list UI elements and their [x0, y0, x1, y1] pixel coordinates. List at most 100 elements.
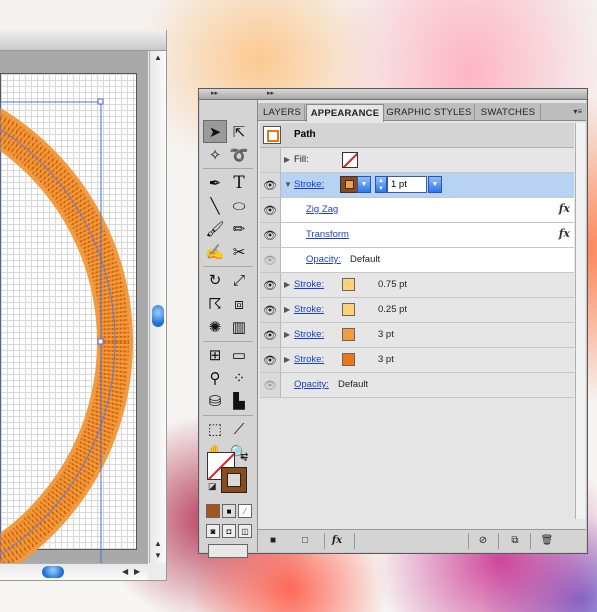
path-opacity-row[interactable]: 👁 Opacity: Default: [260, 373, 574, 398]
tab-layers[interactable]: LAYERS: [260, 104, 305, 120]
stroke-label[interactable]: Stroke:: [294, 279, 324, 290]
artboard-tool-icon[interactable]: ⬚: [203, 418, 227, 441]
canvas-area[interactable]: [0, 51, 148, 563]
panel-scrollbar[interactable]: [575, 123, 585, 519]
pen-tool-icon[interactable]: ✒: [203, 171, 227, 194]
panel-menu-icon[interactable]: ▾≡: [573, 107, 582, 116]
slice-tool-icon[interactable]: ⟋: [227, 418, 251, 441]
gradient-mode-icon[interactable]: ■: [222, 504, 236, 518]
effect-transform-link[interactable]: Transform: [306, 229, 349, 240]
add-new-effect-icon[interactable]: fx: [330, 534, 344, 546]
pencil-tool-icon[interactable]: ✏: [227, 218, 251, 241]
collapse-toolbox-icon[interactable]: ▸▸: [211, 89, 218, 97]
blob-brush-tool-icon[interactable]: ✍: [203, 241, 227, 264]
vertical-scrollbar[interactable]: ▲ ▲ ▼: [149, 51, 166, 563]
gradient-tool-icon[interactable]: ▭: [227, 344, 251, 367]
visibility-eye-icon[interactable]: 👁: [260, 248, 281, 272]
add-new-stroke-icon[interactable]: ■: [266, 534, 280, 546]
draw-normal-icon[interactable]: ◙: [206, 524, 220, 538]
none-mode-icon[interactable]: ⁄: [238, 504, 252, 518]
stroke-row[interactable]: 👁 ▶ Stroke: 0.75 pt: [260, 273, 574, 298]
expand-triangle-icon[interactable]: ▶: [284, 280, 290, 289]
stroke-label[interactable]: Stroke:: [294, 179, 324, 190]
eyedropper-tool-icon[interactable]: ⚲: [203, 367, 227, 390]
stroke-swatch[interactable]: [221, 467, 247, 493]
stroke-opacity-row[interactable]: 👁 Opacity: Default: [260, 248, 574, 273]
clear-appearance-icon[interactable]: ⊘: [476, 534, 490, 546]
stroke-color-swatch[interactable]: [340, 176, 358, 193]
ellipse-tool-icon[interactable]: ⬭: [227, 195, 251, 218]
expand-triangle-icon[interactable]: ▶: [284, 330, 290, 339]
stroke-weight-field[interactable]: 1 pt: [387, 176, 427, 193]
visibility-eye-icon[interactable]: 👁: [260, 173, 281, 197]
delete-item-icon[interactable]: 🗑: [540, 534, 554, 546]
scroll-left-icon[interactable]: ◀: [122, 567, 128, 576]
stroke-label[interactable]: Stroke:: [294, 304, 324, 315]
stroke-label[interactable]: Stroke:: [294, 329, 324, 340]
fill-row[interactable]: 👁 ▶ Fill:: [260, 148, 574, 173]
symbol-sprayer-tool-icon[interactable]: ✺: [203, 316, 227, 339]
fill-none-swatch[interactable]: [342, 152, 358, 168]
palette-titlebar[interactable]: ▸▸ ▸▸: [199, 89, 587, 100]
horizontal-scrollbar[interactable]: ◀ ▶: [0, 563, 148, 580]
stroke-color-dropdown-icon[interactable]: ▼: [357, 176, 371, 193]
duplicate-item-icon[interactable]: ⧉: [508, 534, 522, 546]
collapse-panel-icon[interactable]: ▸▸: [267, 89, 274, 97]
scroll-down-icon[interactable]: ▼: [154, 551, 162, 560]
tab-appearance[interactable]: APPEARANCE: [306, 104, 384, 122]
stroke-row[interactable]: 👁 ▶ Stroke: 3 pt: [260, 323, 574, 348]
paintbrush-tool-icon[interactable]: 🖌: [203, 218, 227, 241]
effect-row-zig-zag[interactable]: 👁 Zig Zag fx: [260, 198, 574, 223]
expand-triangle-icon[interactable]: ▶: [284, 155, 290, 164]
stroke-color-swatch[interactable]: [342, 278, 355, 291]
ring-artwork[interactable]: [0, 51, 148, 563]
tab-graphic-styles[interactable]: GRAPHIC STYLES: [384, 104, 475, 120]
document-titlebar[interactable]: [0, 30, 166, 51]
fx-icon[interactable]: fx: [559, 227, 570, 240]
draw-behind-icon[interactable]: ◘: [222, 524, 236, 538]
direct-selection-tool-icon[interactable]: ⇱: [227, 120, 251, 143]
lasso-tool-icon[interactable]: ➰: [227, 143, 251, 166]
horizontal-scroll-thumb[interactable]: [42, 566, 64, 578]
stroke-color-swatch[interactable]: [342, 353, 355, 366]
screen-mode-icon[interactable]: [208, 544, 248, 558]
color-mode-icon[interactable]: [206, 504, 220, 518]
effect-zig-zag-link[interactable]: Zig Zag: [306, 204, 338, 215]
warp-tool-icon[interactable]: ☈: [203, 292, 227, 315]
expand-triangle-icon[interactable]: ▶: [284, 355, 290, 364]
add-new-fill-icon[interactable]: □: [298, 534, 312, 546]
scale-tool-icon[interactable]: ⤢: [227, 269, 251, 292]
scissors-tool-icon[interactable]: ✂: [227, 241, 251, 264]
stroke-row[interactable]: 👁 ▶ Stroke: 3 pt: [260, 348, 574, 373]
effect-row-transform[interactable]: 👁 Transform fx: [260, 223, 574, 248]
stroke-color-swatch[interactable]: [342, 303, 355, 316]
opacity-link[interactable]: Opacity:: [306, 254, 341, 265]
visibility-eye-icon[interactable]: 👁: [260, 323, 281, 347]
opacity-link[interactable]: Opacity:: [294, 379, 329, 390]
scroll-up-top-icon[interactable]: ▲: [154, 53, 162, 62]
visibility-eye-icon[interactable]: 👁: [260, 298, 281, 322]
tab-swatches[interactable]: SWATCHES: [476, 104, 541, 120]
blend-tool-icon[interactable]: ⁘: [227, 367, 251, 390]
visibility-eye-icon[interactable]: 👁: [260, 348, 281, 372]
selection-tool-icon[interactable]: ➤: [203, 120, 227, 143]
default-colors-icon[interactable]: ◪: [208, 481, 217, 492]
visibility-eye-icon[interactable]: 👁: [260, 373, 281, 397]
stroke-weight-dropdown-icon[interactable]: ▼: [428, 176, 442, 193]
stroke-weight-stepper[interactable]: ▲ ▼: [375, 176, 387, 193]
scroll-right-icon[interactable]: ▶: [134, 567, 140, 576]
scroll-up-icon[interactable]: ▲: [154, 539, 162, 548]
expand-triangle-icon[interactable]: ▶: [284, 305, 290, 314]
collapse-triangle-icon[interactable]: ▼: [284, 180, 292, 189]
swap-fill-stroke-icon[interactable]: ⇄: [240, 451, 248, 462]
fx-icon[interactable]: fx: [559, 202, 570, 215]
line-tool-icon[interactable]: ╲: [203, 194, 227, 217]
stroke-color-swatch[interactable]: [342, 328, 355, 341]
stroke-label[interactable]: Stroke:: [294, 354, 324, 365]
vertical-scroll-thumb[interactable]: [152, 305, 164, 327]
graph-tool-icon[interactable]: ▙: [227, 390, 251, 413]
stroke-row[interactable]: 👁 ▶ Stroke: 0.25 pt: [260, 298, 574, 323]
draw-inside-icon[interactable]: ◫: [238, 524, 252, 538]
column-graph-tool-icon[interactable]: ▥: [227, 316, 251, 339]
visibility-eye-icon[interactable]: 👁: [260, 148, 281, 172]
